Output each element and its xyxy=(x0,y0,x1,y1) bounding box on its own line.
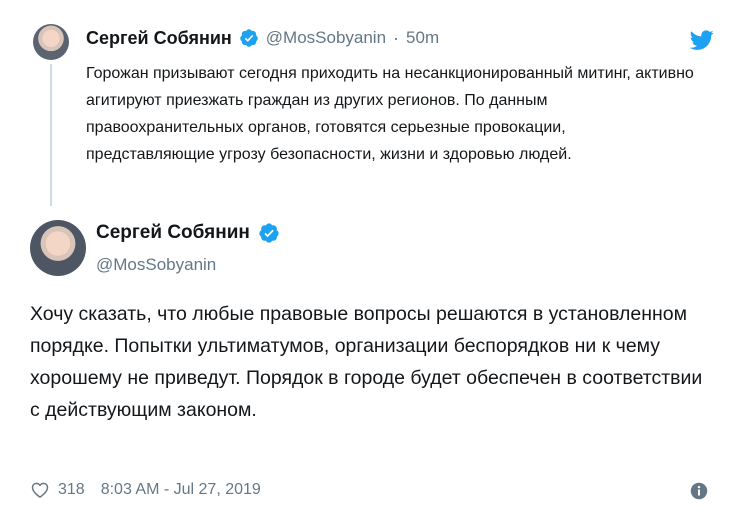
parent-avatar[interactable] xyxy=(33,24,69,60)
twitter-bird-icon[interactable] xyxy=(690,28,714,52)
parent-author-name[interactable]: Сергей Собянин xyxy=(86,28,232,49)
verified-badge-icon xyxy=(259,223,279,243)
main-tweet-text: Хочу сказать, что любые правовые вопросы… xyxy=(30,303,703,421)
parent-tweet-text: Горожан призывают сегодня приходить на н… xyxy=(86,65,694,163)
separator-dot: · xyxy=(393,27,400,48)
info-icon[interactable] xyxy=(690,482,708,500)
heart-icon[interactable] xyxy=(30,480,50,500)
parent-tweet-time[interactable]: 50m xyxy=(406,28,439,48)
main-author-name[interactable]: Сергей Собянин xyxy=(96,222,250,244)
thread-connector-line xyxy=(50,64,52,206)
tweet-footer: 318 8:03 AM - Jul 27, 2019 xyxy=(30,480,261,500)
parent-tweet-header: Сергей Собянин @MosSobyanin · 50m xyxy=(86,25,439,51)
tweet-timestamp[interactable]: 8:03 AM - Jul 27, 2019 xyxy=(101,481,261,499)
verified-badge-icon xyxy=(240,29,258,47)
main-author-handle[interactable]: @MosSobyanin xyxy=(96,255,216,275)
main-avatar[interactable] xyxy=(30,220,86,276)
parent-author-handle[interactable]: @MosSobyanin xyxy=(266,28,386,48)
main-tweet-header: Сергей Собянин xyxy=(96,222,280,244)
like-count[interactable]: 318 xyxy=(58,481,85,499)
